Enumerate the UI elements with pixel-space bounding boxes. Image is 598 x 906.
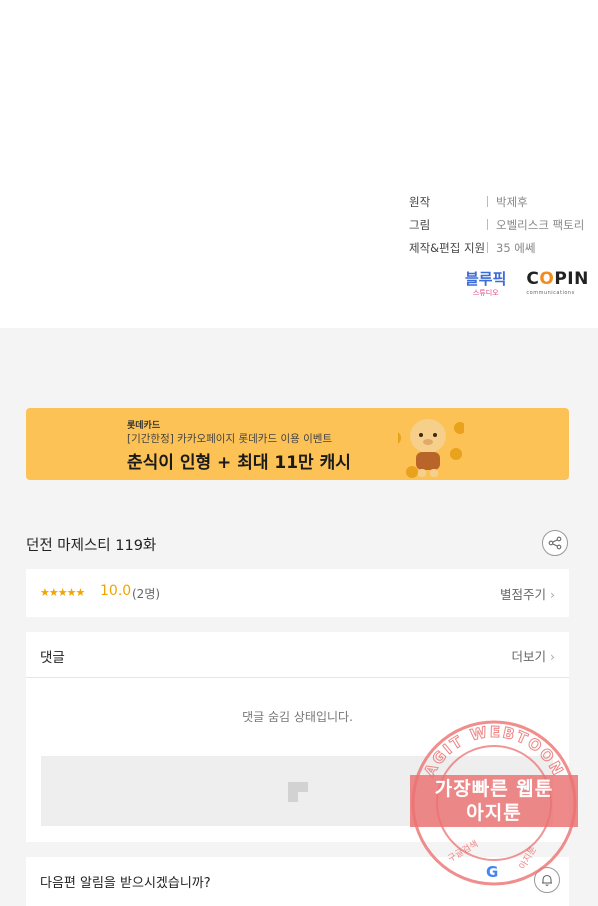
credit-value: 35 에쎄 <box>496 240 536 255</box>
rating-score: 10.0 <box>100 583 132 599</box>
share-icon <box>548 536 562 550</box>
credit-row-production: 제작&편집 지원 35 에쎄 <box>409 236 584 259</box>
comments-more-label: 더보기 <box>511 649 547 664</box>
credits-list: 원작 박제후 그림 오벨리스크 팩토리 제작&편집 지원 35 에쎄 <box>409 190 584 259</box>
watermark-bottom-left: 구글검색 <box>446 838 481 865</box>
banner-brand: 롯데카드 <box>127 421 161 431</box>
chevron-right-icon: › <box>550 587 555 602</box>
share-button[interactable] <box>542 530 568 556</box>
watermark-line-1: 가장빠른 웹툰 <box>434 778 554 800</box>
credit-label: 원작 <box>409 194 431 209</box>
credit-divider <box>487 219 488 230</box>
rating-card: ★★★★★ 10.0 (2명) 별점주기 › <box>26 569 569 617</box>
credit-row-original: 원작 박제후 <box>409 190 584 213</box>
copin-logo: COPIN communications <box>526 271 588 300</box>
promo-banner[interactable]: 롯데카드 [기간한정] 카카오페이지 롯데카드 이용 이벤트 춘식이 인형 + … <box>26 408 569 480</box>
credit-value: 오벨리스크 팩토리 <box>496 217 585 232</box>
google-g-icon: G <box>486 863 498 881</box>
watermark-band: 가장빠른 웹툰 아지툰 <box>410 775 578 827</box>
notify-question: 다음편 알림을 받으시겠습니까? <box>40 876 211 891</box>
credit-label: 제작&편집 지원 <box>409 240 486 255</box>
banner-subtitle: [기간한정] 카카오페이지 롯데카드 이용 이벤트 <box>127 433 333 445</box>
top-credits-section: 원작 박제후 그림 오벨리스크 팩토리 제작&편집 지원 35 에쎄 블루픽 스… <box>0 0 598 328</box>
chevron-right-icon: › <box>550 649 555 664</box>
watermark-ring-text: AGIT WEBTOON <box>420 723 567 780</box>
bluepick-logo: 블루픽 스튜디오 <box>465 272 506 300</box>
watermark-stamp: AGIT WEBTOON 구글검색 아지툰 G 가장빠른 웹툰 아지툰 <box>410 720 578 886</box>
credit-divider <box>487 242 488 253</box>
watermark-bottom-right: 아지툰 <box>517 844 539 871</box>
bluepick-logo-subtext: 스튜디오 <box>472 289 499 297</box>
rate-button-label: 별점주기 <box>500 587 547 602</box>
publisher-logos: 블루픽 스튜디오 COPIN communications <box>465 271 589 300</box>
rating-count: (2명) <box>132 587 161 601</box>
image-placeholder-icon <box>288 782 308 802</box>
banner-headline: 춘식이 인형 + 최대 11만 캐시 <box>127 453 351 473</box>
credit-value: 박제후 <box>496 194 528 209</box>
rate-button[interactable]: 별점주기 › <box>500 584 555 603</box>
mascot-illustration <box>398 419 464 478</box>
comments-more-button[interactable]: 더보기 › <box>512 646 556 665</box>
credit-label: 그림 <box>409 217 431 232</box>
comments-heading: 댓글 <box>40 650 65 666</box>
rating-stars: ★★★★★ <box>40 586 85 599</box>
credit-divider <box>487 196 488 207</box>
watermark-line-2: 아지툰 <box>466 802 522 824</box>
comments-divider <box>26 677 569 678</box>
credit-row-art: 그림 오벨리스크 팩토리 <box>409 213 584 236</box>
episode-title: 던전 마제스티 119화 <box>26 538 157 554</box>
